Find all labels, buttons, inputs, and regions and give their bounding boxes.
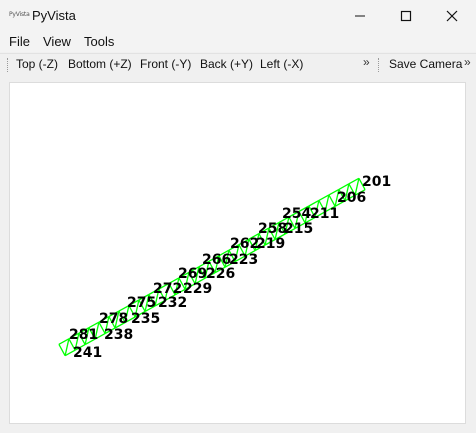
maximize-icon bbox=[400, 10, 412, 22]
mesh-rung bbox=[328, 194, 336, 207]
point-label: 232 bbox=[158, 295, 187, 311]
save-camera-button[interactable]: Save Camera bbox=[389, 57, 462, 71]
menu-view[interactable]: View bbox=[43, 34, 71, 49]
toolbar-overflow-button[interactable]: » bbox=[363, 55, 370, 69]
point-label: 211 bbox=[310, 206, 339, 222]
menu-bar: File View Tools bbox=[0, 32, 476, 52]
point-label: 254 bbox=[282, 206, 311, 222]
mesh-render: 201 206 254 211 258 215 262 219 266 223 … bbox=[58, 174, 391, 361]
view-front-button[interactable]: Front (-Y) bbox=[140, 57, 191, 71]
point-label: 206 bbox=[337, 190, 366, 206]
point-label: 262 bbox=[230, 236, 259, 252]
point-label: 269 bbox=[178, 266, 207, 282]
pyvista-window: PyVista PyVista File View Tools Top (-Z)… bbox=[0, 0, 476, 433]
app-icon: PyVista bbox=[9, 11, 30, 18]
view-back-button[interactable]: Back (+Y) bbox=[200, 57, 253, 71]
point-label: 278 bbox=[99, 311, 128, 327]
point-label: 201 bbox=[362, 174, 391, 190]
view-bottom-button[interactable]: Bottom (+Z) bbox=[68, 57, 132, 71]
point-label: 258 bbox=[258, 221, 287, 237]
close-icon bbox=[446, 10, 458, 22]
render-viewport[interactable]: 201 206 254 211 258 215 262 219 266 223 … bbox=[9, 82, 466, 424]
minimize-icon bbox=[355, 15, 365, 17]
mesh-rung bbox=[58, 343, 66, 357]
menu-file[interactable]: File bbox=[9, 34, 30, 49]
point-label: 215 bbox=[284, 221, 313, 237]
view-top-button[interactable]: Top (-Z) bbox=[16, 57, 58, 71]
point-label: 275 bbox=[127, 295, 156, 311]
point-label: 238 bbox=[104, 327, 133, 343]
point-label: 219 bbox=[256, 236, 285, 252]
toolbar-grip[interactable] bbox=[7, 58, 10, 72]
title-bar: PyVista PyVista bbox=[0, 0, 476, 32]
toolbar-overflow-button-2[interactable]: » bbox=[464, 55, 471, 69]
point-label: 226 bbox=[206, 266, 235, 282]
maximize-button[interactable] bbox=[383, 0, 429, 32]
point-label: 281 bbox=[69, 327, 98, 343]
minimize-button[interactable] bbox=[337, 0, 383, 32]
point-label: 235 bbox=[131, 311, 160, 327]
view-left-button[interactable]: Left (-X) bbox=[260, 57, 303, 71]
point-label: 241 bbox=[73, 345, 102, 361]
point-labels: 201 206 254 211 258 215 262 219 266 223 … bbox=[69, 174, 391, 361]
window-title: PyVista bbox=[32, 8, 76, 23]
toolbar-grip-2[interactable] bbox=[378, 58, 381, 72]
camera-toolbar: Top (-Z) Bottom (+Z) Front (-Y) Back (+Y… bbox=[0, 53, 476, 75]
menu-tools[interactable]: Tools bbox=[84, 34, 114, 49]
close-button[interactable] bbox=[429, 0, 475, 32]
point-label: 229 bbox=[183, 281, 212, 297]
